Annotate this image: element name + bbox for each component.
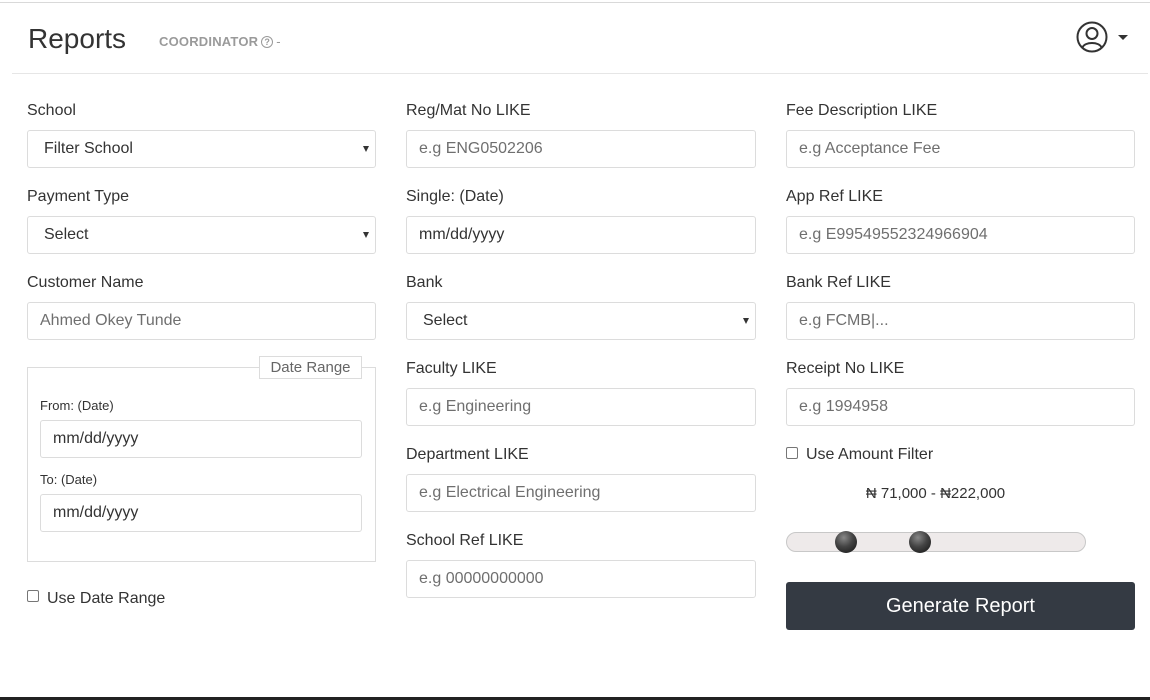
single-date-label: Single: (Date) (406, 188, 504, 205)
generate-report-button[interactable]: Generate Report (786, 582, 1135, 630)
fee-description-placeholder: e.g Acceptance Fee (799, 140, 941, 157)
department-label: Department LIKE (406, 446, 529, 463)
bank-ref-input[interactable]: e.g FCMB|... (786, 302, 1135, 340)
role-badge: COORDINATOR ? - (159, 34, 281, 49)
app-ref-input[interactable]: e.g E99549552324966904 (786, 216, 1135, 254)
school-ref-input[interactable]: e.g 00000000000 (406, 560, 756, 598)
school-select-value: Filter School (44, 140, 133, 157)
fee-description-input[interactable]: e.g Acceptance Fee (786, 130, 1135, 168)
fee-description-label: Fee Description LIKE (786, 102, 938, 119)
school-select[interactable]: Filter School (27, 130, 376, 168)
faculty-label: Faculty LIKE (406, 360, 497, 377)
select-arrow-icon (743, 318, 749, 324)
use-date-range-checkbox[interactable] (27, 590, 39, 602)
select-arrow-icon (363, 232, 369, 238)
amount-slider-min-handle[interactable] (835, 531, 857, 553)
amount-range-text: ₦ 71,000 - ₦222,000 (865, 485, 1006, 502)
from-date-input[interactable]: mm/dd/yyyy (40, 420, 362, 458)
page-title: Reports (28, 23, 127, 54)
to-date-value: mm/dd/yyyy (53, 504, 139, 521)
department-placeholder: e.g Electrical Engineering (419, 484, 601, 501)
use-date-range-label: Use Date Range (47, 590, 166, 607)
role-suffix: - (276, 34, 281, 49)
bank-ref-placeholder: e.g FCMB|... (799, 312, 889, 329)
reg-mat-label: Reg/Mat No LIKE (406, 102, 531, 119)
receipt-no-label: Receipt No LIKE (786, 360, 905, 377)
date-range-fieldset (27, 367, 376, 562)
from-date-value: mm/dd/yyyy (53, 430, 139, 447)
to-date-input[interactable]: mm/dd/yyyy (40, 494, 362, 532)
bank-select-value: Select (423, 312, 468, 329)
user-menu-button[interactable] (1076, 20, 1128, 54)
payment-type-select[interactable]: Select (27, 216, 376, 254)
bank-ref-label: Bank Ref LIKE (786, 274, 891, 291)
single-date-value: mm/dd/yyyy (419, 226, 505, 243)
school-ref-label: School Ref LIKE (406, 532, 524, 549)
app-ref-label: App Ref LIKE (786, 188, 883, 205)
reg-mat-placeholder: e.g ENG0502206 (419, 140, 543, 157)
customer-name-placeholder: Ahmed Okey Tunde (40, 312, 182, 329)
to-date-label: To: (Date) (40, 472, 98, 487)
amount-slider-track[interactable] (786, 532, 1086, 552)
from-date-label: From: (Date) (40, 398, 114, 413)
reg-mat-input[interactable]: e.g ENG0502206 (406, 130, 756, 168)
receipt-no-input[interactable]: e.g 1994958 (786, 388, 1135, 426)
bank-select[interactable]: Select (406, 302, 756, 340)
receipt-no-placeholder: e.g 1994958 (799, 398, 888, 415)
school-ref-placeholder: e.g 00000000000 (419, 570, 544, 587)
use-amount-filter-label: Use Amount Filter (806, 446, 934, 463)
faculty-input[interactable]: e.g Engineering (406, 388, 756, 426)
page-header: Reports COORDINATOR ? - (12, 3, 1148, 74)
school-label: School (27, 102, 76, 119)
single-date-input[interactable]: mm/dd/yyyy (406, 216, 756, 254)
select-arrow-icon (363, 146, 369, 152)
customer-name-label: Customer Name (27, 274, 144, 291)
amount-slider-max-handle[interactable] (909, 531, 932, 553)
payment-type-label: Payment Type (27, 188, 129, 205)
department-input[interactable]: e.g Electrical Engineering (406, 474, 756, 512)
payment-type-select-value: Select (44, 226, 89, 243)
customer-name-input[interactable]: Ahmed Okey Tunde (27, 302, 376, 340)
app-ref-placeholder: e.g E99549552324966904 (799, 226, 988, 243)
role-label: COORDINATOR (159, 34, 259, 49)
bank-label: Bank (406, 274, 443, 291)
user-circle-icon (1076, 21, 1108, 53)
chevron-down-icon (1118, 34, 1128, 40)
help-circle-icon[interactable]: ? (261, 35, 274, 48)
date-range-legend: Date Range (259, 356, 362, 379)
use-amount-filter-checkbox[interactable] (786, 447, 798, 459)
faculty-placeholder: e.g Engineering (419, 398, 532, 415)
